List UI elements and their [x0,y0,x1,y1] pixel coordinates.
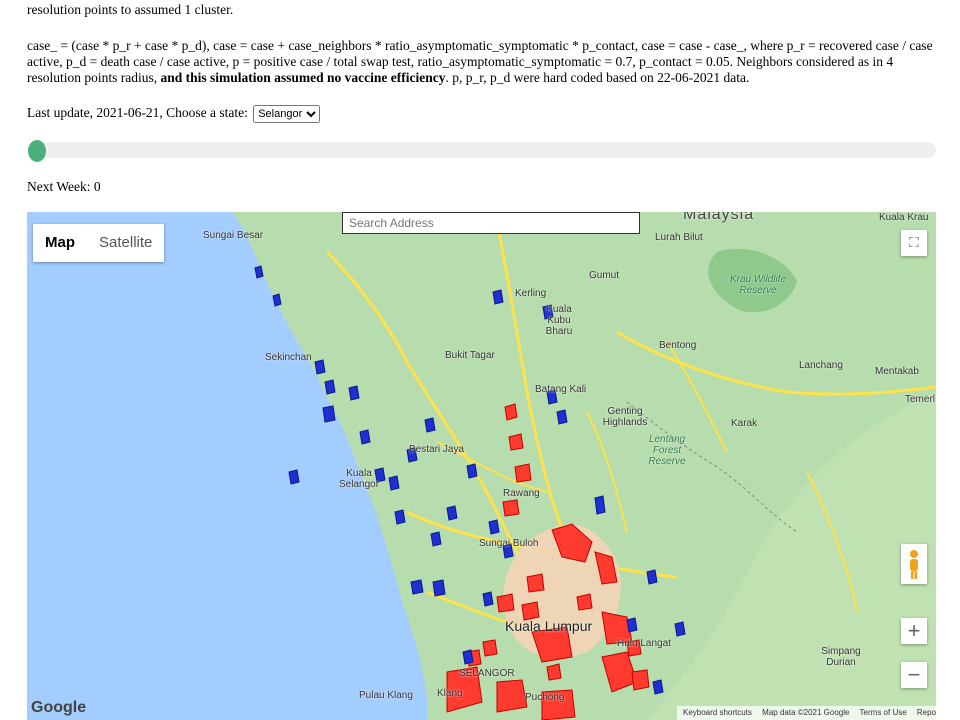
google-logo: Google [31,699,87,716]
pegman-icon[interactable] [901,544,927,584]
label-rawang: Rawang [503,488,540,499]
label-klang: Klang [437,688,463,699]
data-note: . p, p_r, p_d were hard coded based on 2… [445,70,750,85]
pegman-figure-icon [910,550,918,579]
week-slider[interactable] [28,140,936,162]
label-lanchang: Lanchang [799,360,843,371]
update-row: Last update, 2021-06-21, Choose a state:… [27,105,937,123]
label-bentong: Bentong [659,340,697,351]
fullscreen-icon[interactable]: ⛶ [901,230,927,256]
formula-paragraph: case_ = (case * p_r + case * p_d), case … [27,38,937,86]
map-type-control: Map Satellite [33,224,165,262]
label-sungai-buloh: Sungai Buloh [479,538,539,549]
footer-terms[interactable]: Terms of Use [860,708,907,717]
state-select[interactable]: Selangor [253,105,321,123]
label-simpang-durian: Simpang Durian [821,646,861,668]
label-puchong: Puchong [525,692,565,703]
label-batang-kali: Batang Kali [535,384,587,395]
footer-map-data: Map data ©2021 Google [762,708,850,717]
footer-keyboard-shortcuts[interactable]: Keyboard shortcuts [683,708,752,717]
label-krau: Krau Wildlife Reserve [729,274,787,296]
label-mentakab: Mentakab [875,366,919,377]
slider-thumb[interactable] [28,140,46,162]
label-bestari-jaya: Bestari Jaya [409,444,465,455]
update-label: Last update, 2021-06-21, Choose a state: [27,105,248,121]
label-kuala-lumpur: Kuala Lumpur [505,618,593,634]
label-pulau-klang: Pulau Klang [359,690,413,701]
zoom-out-button[interactable]: − [901,662,927,688]
label-sungai-besar: Sungai Besar [203,230,264,241]
label-genting: Genting Highlands [602,406,648,428]
intro-paragraph: resolution points to assumed 1 cluster. [27,2,234,17]
label-lentang: Lentang Forest Reserve [648,434,686,467]
label-gumut: Gumut [589,270,620,281]
search-address-input[interactable]: Search Address [342,212,640,234]
map-type-satellite-button[interactable]: Satellite [87,224,164,262]
footer-report-error[interactable]: Report a map error [917,708,936,717]
map-canvas[interactable] [27,212,936,720]
label-kuala-selangor: Kuala Selangor [339,468,380,490]
map-type-map-button[interactable]: Map [33,224,87,262]
map-view[interactable]: Malaysia Kuala Krau Lurah Bilut Krau Wil… [27,212,936,720]
label-lurah-bilut: Lurah Bilut [655,232,703,243]
label-malaysia: Malaysia [683,212,755,223]
label-bukit-tagar: Bukit Tagar [445,350,495,361]
zoom-in-button[interactable]: + [901,618,927,644]
label-kerling: Kerling [515,288,547,299]
label-temerl: Temerl [905,394,936,405]
vaccine-note: and this simulation assumed no vaccine e… [160,70,446,85]
label-kuala-krau: Kuala Krau [879,212,929,223]
next-week-label: Next Week: 0 [27,179,101,194]
label-sekinchan: Sekinchan [265,352,312,363]
label-kuala-kubu: Kuala Kubu Bharu [545,304,573,337]
label-selangor-state: SELANGOR [459,668,515,679]
label-karak: Karak [731,418,758,429]
map-footer: Keyboard shortcuts Map data ©2021 Google… [677,706,936,720]
label-hulu-langat: Hulu Langat [617,638,671,649]
